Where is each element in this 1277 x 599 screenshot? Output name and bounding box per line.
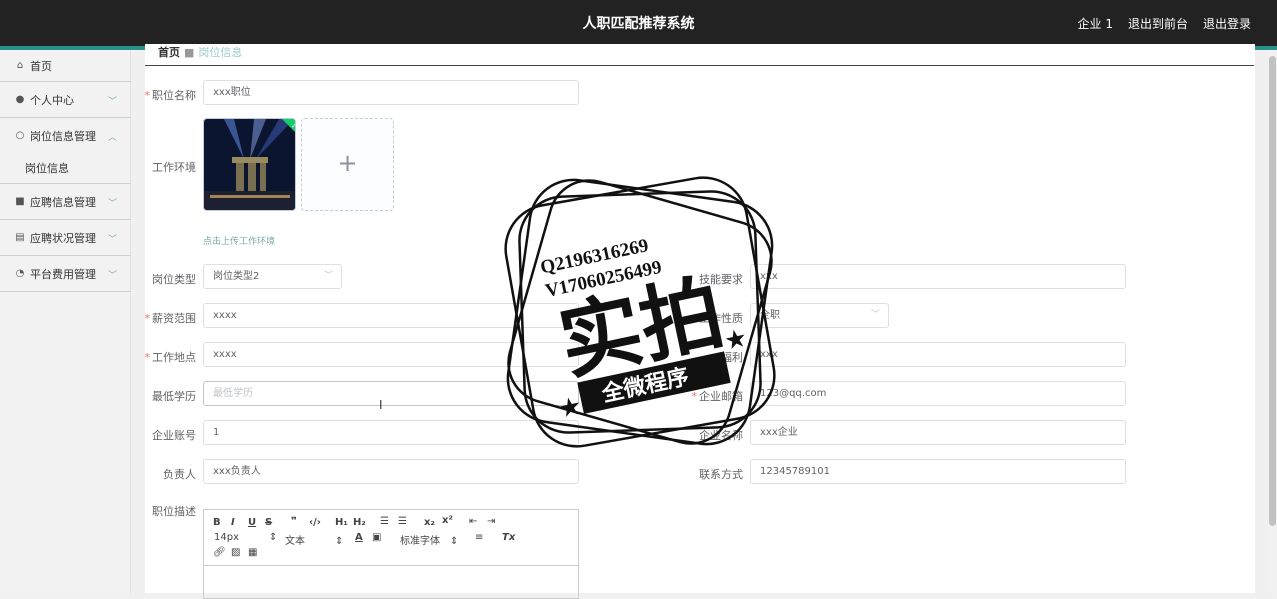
- outdent-button[interactable]: ⇤: [469, 516, 477, 527]
- education-label: 最低学历: [152, 390, 196, 403]
- location-input[interactable]: xxxx: [203, 342, 579, 367]
- skill-req-input[interactable]: xxx: [750, 264, 1126, 289]
- sidebar-item-application-management[interactable]: ■ 应聘信息管理 ﹀: [0, 184, 131, 220]
- text-style-select[interactable]: 文本 ⇕: [285, 532, 343, 547]
- plus-icon: +: [337, 149, 358, 177]
- company-label: 企业名称: [699, 429, 743, 442]
- chevron-down-icon: ﹀: [107, 199, 117, 209]
- subscript-button[interactable]: x₂: [424, 517, 435, 528]
- salary-input[interactable]: xxxx: [203, 303, 579, 328]
- job-name-label: * 职位名称: [144, 89, 197, 102]
- code-button[interactable]: ‹/›: [309, 517, 321, 528]
- svg-text:✓: ✓: [291, 122, 296, 130]
- power-icon: ○: [15, 130, 25, 141]
- chevron-down-icon: ﹀: [107, 271, 117, 281]
- sidebar-item-application-status[interactable]: ▤ 应聘状况管理 ﹀: [0, 220, 131, 256]
- sidebar-item-profile[interactable]: ● 个人中心 ﹀: [0, 82, 131, 118]
- checkbox-icon: ■: [15, 195, 25, 207]
- salary-label: * 薪资范围: [144, 312, 197, 325]
- breadcrumb-current: 岗位信息: [198, 46, 243, 59]
- job-type-select[interactable]: 岗位类型2 ﹀: [203, 264, 342, 289]
- contact-person-input[interactable]: xxx负责人: [203, 459, 579, 484]
- text-cursor-icon: I: [379, 398, 383, 412]
- clipboard-icon: ▤: [15, 231, 25, 243]
- upload-add-button[interactable]: +: [301, 118, 394, 211]
- underline-button[interactable]: U: [248, 517, 256, 528]
- clear-format-button[interactable]: Tx: [502, 532, 515, 543]
- job-name-input[interactable]: xxx职位: [203, 80, 579, 105]
- breadcrumb-home[interactable]: 首页: [158, 46, 180, 59]
- scrollbar[interactable]: [1268, 50, 1277, 593]
- company-input[interactable]: xxx企业: [750, 420, 1126, 445]
- sidebar: ⌂ 首页 ● 个人中心 ﹀ ○ 岗位信息管理 ︿ 岗位信息 ■ 应聘信息管理 ﹀…: [0, 50, 131, 593]
- indent-button[interactable]: ⇥: [487, 516, 495, 527]
- work-env-label: 工作环境: [152, 161, 196, 174]
- sidebar-item-platform-fee[interactable]: ◔ 平台费用管理 ﹀: [0, 256, 131, 292]
- video-icon[interactable]: ▦: [248, 547, 257, 558]
- chevron-down-icon: ﹀: [107, 97, 117, 107]
- description-label: 职位描述: [152, 505, 196, 518]
- current-user: 企业 1: [1077, 17, 1113, 31]
- user-icon: ●: [15, 93, 25, 105]
- sidebar-item-job-management[interactable]: ○ 岗位信息管理 ︿: [0, 118, 131, 154]
- upload-tip: 点击上传工作环境: [203, 237, 276, 247]
- skill-req-label: 技能要求: [699, 273, 743, 286]
- main-content: 首页 ■岗位信息 *职位名称 xxx职位 工作环境 ✓ + 点击上传工作环境 岗位…: [145, 44, 1255, 599]
- scrollbar-thumb[interactable]: [1269, 56, 1276, 526]
- job-nature-select[interactable]: 全职 ﹀: [750, 303, 889, 328]
- font-size-select[interactable]: 14px ⇕: [214, 532, 277, 543]
- email-label: * 企业邮箱: [691, 390, 744, 403]
- h1-button[interactable]: H₁: [335, 517, 348, 528]
- job-nature-label: * 工作性质: [691, 312, 744, 325]
- location-label: * 工作地点: [144, 351, 197, 364]
- job-type-label: 岗位类型: [152, 273, 196, 286]
- font-family-select[interactable]: 标准字体 ⇕: [400, 532, 458, 547]
- breadcrumb: 首页 ■ 岗位信息: [158, 44, 242, 60]
- phone-label: 联系方式: [699, 468, 743, 481]
- rich-text-editor: B I U S ❞ ‹/› H₁ H₂ ☰ ☰ x₂ x² ⇤ ⇥ 14px ⇕ …: [203, 509, 579, 599]
- account-label: 企业账号: [152, 429, 196, 442]
- blockquote-button[interactable]: ❞: [291, 516, 297, 527]
- background-color-button[interactable]: ▣: [372, 532, 381, 543]
- account-input[interactable]: 1: [203, 420, 579, 445]
- editor-toolbar: B I U S ❞ ‹/› H₁ H₂ ☰ ☰ x₂ x² ⇤ ⇥ 14px ⇕ …: [204, 510, 578, 566]
- link-icon[interactable]: 🔗︎: [213, 547, 226, 558]
- ordered-list-button[interactable]: ☰: [380, 516, 389, 527]
- superscript-button[interactable]: x²: [442, 515, 453, 526]
- top-links: 企业 1 退出到前台 退出登录: [1078, 15, 1251, 32]
- bold-button[interactable]: B: [213, 517, 221, 528]
- bullet-list-button[interactable]: ☰: [398, 516, 407, 527]
- work-env-image[interactable]: ✓: [203, 118, 296, 211]
- back-to-front-link[interactable]: 退出到前台: [1128, 15, 1188, 32]
- sidebar-item-home[interactable]: ⌂ 首页: [0, 50, 131, 82]
- italic-button[interactable]: I: [231, 517, 235, 528]
- chevron-up-icon: ︿: [107, 133, 117, 143]
- logout-link[interactable]: 退出登录: [1203, 15, 1251, 32]
- align-button[interactable]: ≡: [475, 532, 483, 543]
- education-input[interactable]: 最低学历: [203, 381, 579, 406]
- contact-person-label: 负责人: [163, 468, 196, 481]
- h2-button[interactable]: H₂: [353, 517, 366, 528]
- benefits-input[interactable]: xxx: [750, 342, 1126, 367]
- chevron-down-icon: ﹀: [323, 271, 333, 281]
- email-input[interactable]: 123@qq.com: [750, 381, 1126, 406]
- image-icon[interactable]: ▨: [231, 547, 240, 558]
- home-icon: ⌂: [16, 59, 24, 71]
- chevron-down-icon: ﹀: [107, 235, 117, 245]
- sidebar-subitem-job-info[interactable]: 岗位信息: [0, 153, 131, 184]
- breadcrumb-separator: ■: [184, 46, 195, 59]
- top-bar: 人职匹配推荐系统 企业 1 退出到前台 退出登录: [0, 0, 1277, 46]
- gauge-icon: ◔: [15, 267, 25, 279]
- phone-input[interactable]: 12345789101: [750, 459, 1126, 484]
- chevron-down-icon: ﹀: [870, 310, 880, 320]
- font-color-button[interactable]: A: [355, 532, 363, 543]
- breadcrumb-divider: [145, 65, 1254, 66]
- strike-button[interactable]: S: [265, 517, 272, 528]
- benefits-label: 福利: [721, 351, 743, 364]
